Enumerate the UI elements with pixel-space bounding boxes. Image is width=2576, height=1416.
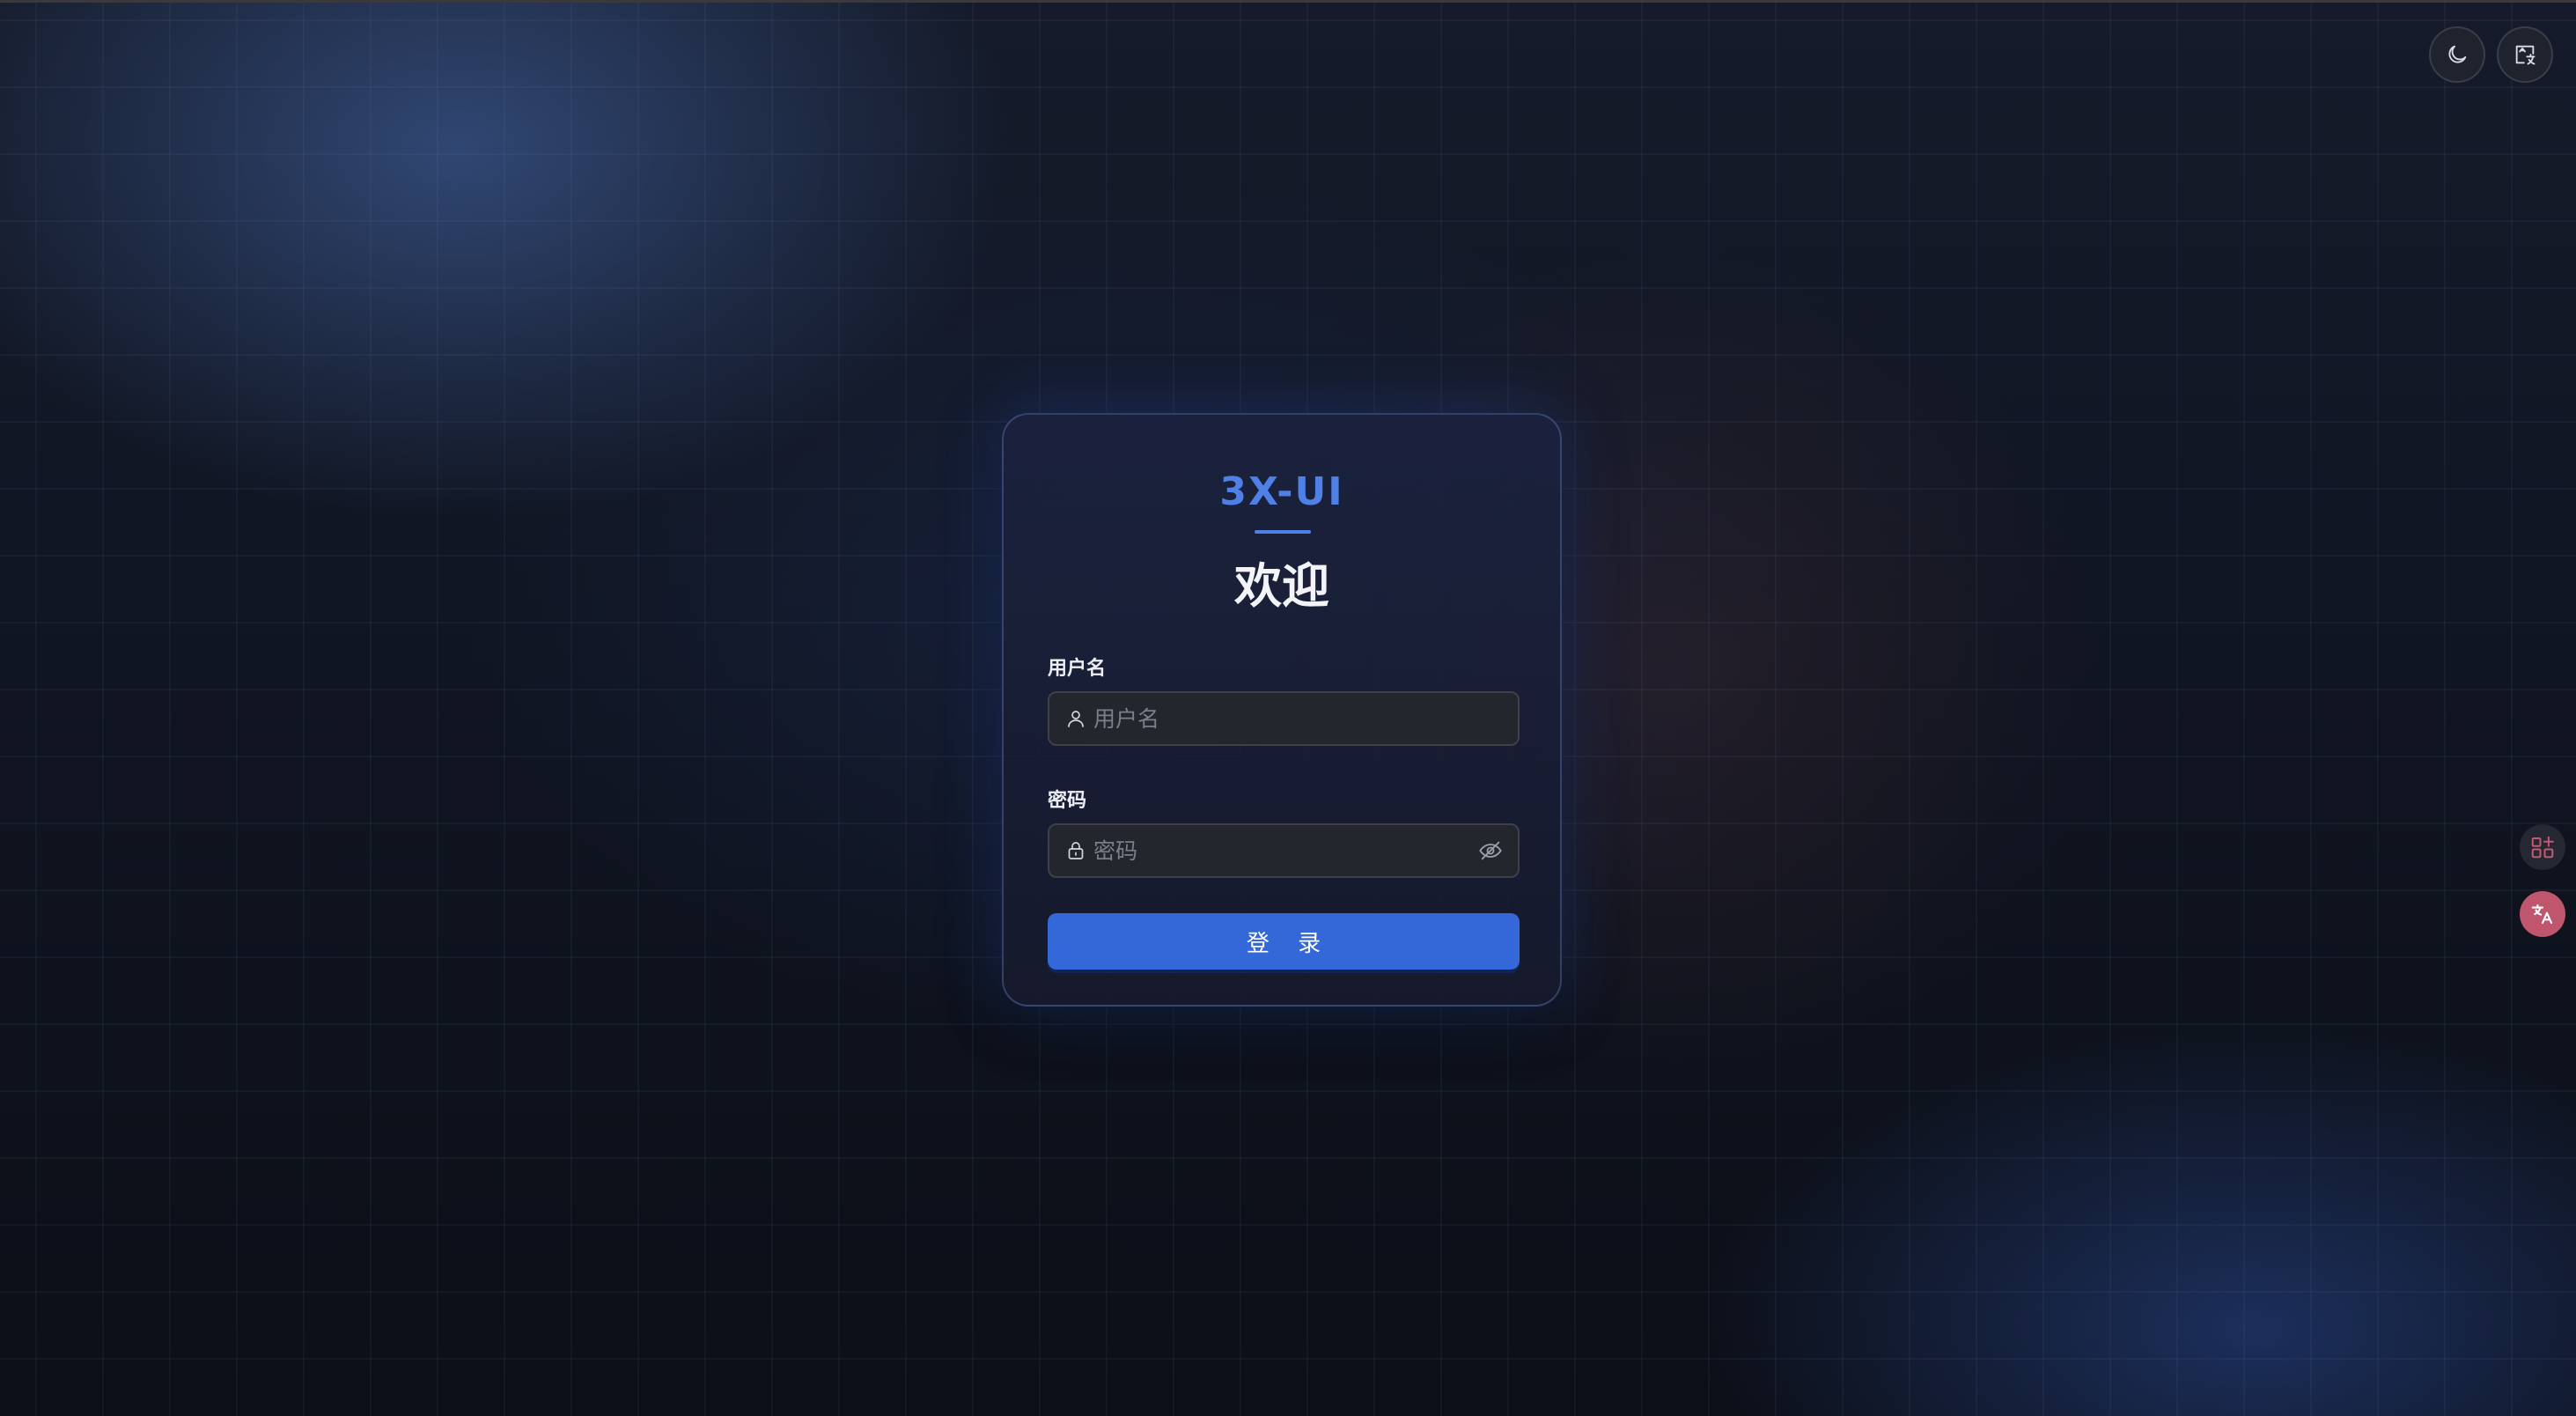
username-input[interactable] [1086,692,1518,745]
window-top-border [0,0,2576,3]
brand-title: 3X-UI [1219,469,1344,514]
language-button[interactable] [2497,26,2553,83]
login-button[interactable]: 登 录 [1048,913,1520,970]
username-label: 用户名 [1048,658,1107,680]
username-field[interactable] [1048,691,1520,746]
theme-toggle-button[interactable] [2429,26,2485,83]
password-input[interactable] [1086,824,1477,877]
moon-icon [2445,42,2469,67]
image-translate-icon [2513,42,2537,67]
password-label: 密码 [1048,790,1087,812]
side-translate-button[interactable] [2520,891,2565,937]
password-field[interactable] [1048,823,1520,878]
side-apps-button[interactable] [2520,824,2565,870]
brand-underline [1255,530,1311,534]
welcome-heading: 欢迎 [1234,558,1329,614]
login-card: 3X-UI 欢迎 用户名 密码 [1002,413,1562,1007]
lock-icon [1065,840,1086,861]
eye-off-icon[interactable] [1477,837,1504,864]
login-page: 3X-UI 欢迎 用户名 密码 [0,0,2576,1416]
apps-add-icon [2529,834,2556,860]
translate-icon [2529,901,2556,927]
user-icon [1065,708,1086,729]
